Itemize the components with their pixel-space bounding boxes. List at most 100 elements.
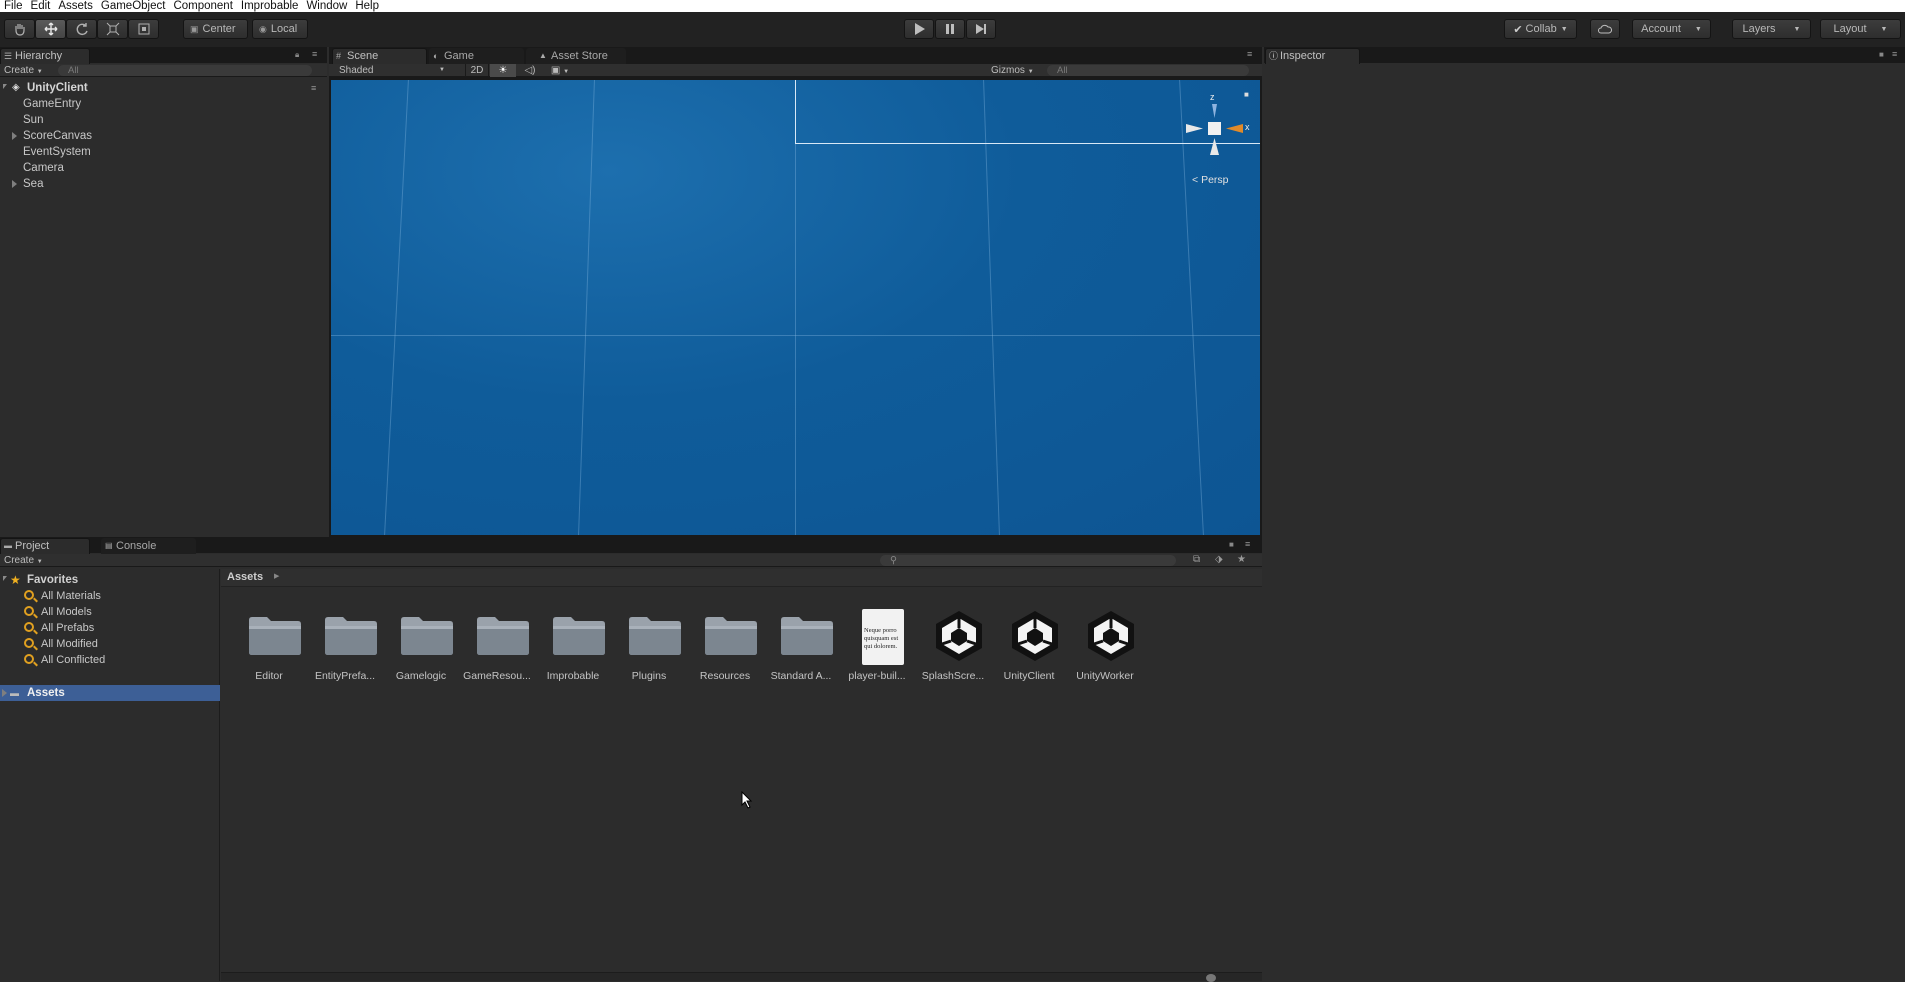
hierarchy-search-input[interactable]: All — [58, 65, 312, 76]
favorite-item-label: All Materials — [41, 590, 101, 602]
hierarchy-item[interactable]: Sea — [0, 176, 200, 192]
cloud-button[interactable] — [1590, 19, 1620, 39]
lighting-toggle[interactable]: ☀ — [490, 64, 516, 77]
gizmos-dropdown[interactable]: Gizmos ▼ — [991, 64, 1034, 79]
hierarchy-item[interactable]: Camera — [23, 160, 64, 176]
pacman-icon: ◐ — [433, 51, 439, 61]
expand-arrow-icon[interactable] — [12, 132, 17, 140]
pause-button[interactable] — [935, 19, 965, 39]
chevron-down-icon: ▼ — [1793, 25, 1801, 33]
play-button[interactable] — [904, 19, 934, 39]
move-tool-button[interactable] — [35, 19, 66, 39]
mode-2d-toggle[interactable]: 2D — [465, 64, 489, 77]
grid-line — [384, 80, 409, 535]
breadcrumb-assets[interactable]: Assets — [227, 571, 263, 583]
audio-toggle[interactable]: ◁) — [517, 64, 543, 77]
favorite-item-label: All Prefabs — [41, 622, 95, 634]
tab-project[interactable]: ▬ Project — [0, 538, 90, 554]
menu-gameobject[interactable]: GameObject — [97, 0, 170, 12]
asset-item-label: GameResou... — [463, 670, 531, 682]
folder-icon: ▬ — [10, 688, 19, 698]
panel-menu-icon[interactable]: ≡ — [312, 49, 317, 59]
hierarchy-item-label: GameEntry — [23, 98, 82, 110]
expand-arrow-icon[interactable] — [3, 576, 7, 581]
speaker-icon: ◁) — [524, 65, 536, 76]
filter-by-type-icon[interactable]: ⧉ — [1193, 554, 1200, 565]
tab-asset-store-label: Asset Store — [551, 50, 608, 62]
pivot-center-button[interactable]: ▣ Center — [183, 19, 248, 39]
scale-tool-button[interactable] — [97, 19, 128, 39]
scale-icon — [106, 22, 119, 36]
tab-game[interactable]: ◐ Game — [429, 48, 524, 64]
step-button[interactable] — [966, 19, 996, 39]
assets-root-row[interactable]: ▬ Assets — [0, 685, 220, 701]
tab-asset-store[interactable]: ▲ Asset Store — [526, 48, 626, 64]
hierarchy-item[interactable]: EventSystem — [23, 144, 91, 160]
asset-item-label: Plugins — [631, 670, 667, 682]
projection-toggle[interactable]: < Persp — [1192, 174, 1229, 186]
panel-menu-icon[interactable]: ≡ — [1892, 49, 1897, 59]
filter-by-label-icon[interactable]: ⬗ — [1215, 554, 1223, 565]
menu-window[interactable]: Window — [302, 0, 351, 12]
grid-line — [983, 80, 1000, 535]
menu-edit[interactable]: Edit — [27, 0, 55, 12]
tab-hierarchy[interactable]: ☰ Hierarchy — [0, 48, 90, 64]
menu-component[interactable]: Component — [169, 0, 236, 12]
scene-menu-icon[interactable]: ≡ — [311, 80, 316, 96]
layout-dropdown[interactable]: Layout ▼ — [1820, 19, 1901, 39]
account-dropdown[interactable]: Account ▼ — [1632, 19, 1711, 39]
folder-icon — [629, 617, 681, 655]
hand-tool-button[interactable] — [4, 19, 35, 39]
collab-dropdown[interactable]: ✔ Collab ▼ — [1504, 19, 1577, 39]
project-create-button[interactable]: Create ▼ — [4, 554, 43, 569]
gizmos-label: Gizmos — [991, 65, 1025, 76]
favorites-row[interactable]: ★ Favorites — [0, 572, 220, 588]
lock-icon[interactable]: ■ — [1229, 540, 1234, 549]
rect-tool-button[interactable] — [128, 19, 159, 39]
panel-menu-icon[interactable]: ≡ — [1247, 49, 1252, 59]
menu-help[interactable]: Help — [351, 0, 383, 12]
expand-arrow-icon[interactable] — [12, 180, 17, 188]
pivot-center-label: Center — [202, 23, 236, 35]
move-arrows-icon — [44, 22, 57, 36]
hierarchy-create-button[interactable]: Create ▼ — [4, 64, 43, 79]
hierarchy-item[interactable]: Sun — [23, 112, 43, 128]
scene-search-input[interactable]: All — [1047, 65, 1249, 76]
menu-assets[interactable]: Assets — [54, 0, 97, 12]
hierarchy-item[interactable]: GameEntry — [23, 96, 81, 112]
shading-dropdown[interactable]: Shaded ▼ — [339, 64, 449, 77]
panel-menu-icon[interactable]: ≡ — [1245, 539, 1250, 549]
scene-viewport[interactable]: z x ■ < Persp — [331, 80, 1260, 535]
menu-file[interactable]: File — [0, 0, 27, 12]
hierarchy-search-placeholder: All — [68, 65, 79, 76]
scene-tabstrip: # Scene ◐ Game ▲ Asset Store ≡ — [329, 47, 1262, 64]
expand-arrow-icon[interactable] — [2, 689, 7, 697]
layers-dropdown[interactable]: Layers ▼ — [1732, 19, 1811, 39]
expand-arrow-icon[interactable] — [3, 84, 7, 89]
project-search-input[interactable]: ⚲ — [880, 555, 1176, 566]
rect-transform-icon — [138, 23, 149, 35]
pause-icon — [946, 24, 954, 34]
favorite-item-label: All Conflicted — [41, 654, 106, 666]
scene-search-placeholder: All — [1057, 65, 1068, 76]
lock-icon[interactable]: 🔒︎ — [295, 50, 299, 60]
scene-orientation-gizmo[interactable]: z x ■ < Persp — [1176, 88, 1256, 186]
hierarchy-item[interactable]: ScoreCanvas — [0, 128, 200, 144]
scene-root-row[interactable]: ◈ UnityClient ≡ — [0, 80, 327, 96]
lock-icon[interactable]: ■ — [1879, 50, 1884, 59]
tab-inspector[interactable]: ⓘ Inspector — [1265, 48, 1360, 64]
project-folder-tree: ★ Favorites All Materials All Models All… — [0, 569, 220, 981]
favorite-star-icon[interactable]: ★ — [1237, 554, 1246, 565]
effects-dropdown[interactable]: ▣ ▼ — [545, 64, 575, 79]
rotate-tool-button[interactable] — [66, 19, 97, 39]
pivot-local-button[interactable]: ◉ Local — [252, 19, 308, 39]
menu-improbable[interactable]: Improbable — [237, 0, 303, 12]
lock-icon[interactable]: ■ — [1244, 90, 1249, 99]
tab-scene[interactable]: # Scene — [332, 48, 427, 64]
project-footer — [221, 972, 1262, 982]
asset-item-label: Improbable — [546, 670, 600, 682]
asset-item-label: UnityWorker — [1076, 670, 1134, 682]
tab-console[interactable]: ▤ Console — [101, 538, 196, 554]
cloud-icon — [1598, 24, 1612, 34]
sun-icon: ☀ — [498, 65, 508, 76]
